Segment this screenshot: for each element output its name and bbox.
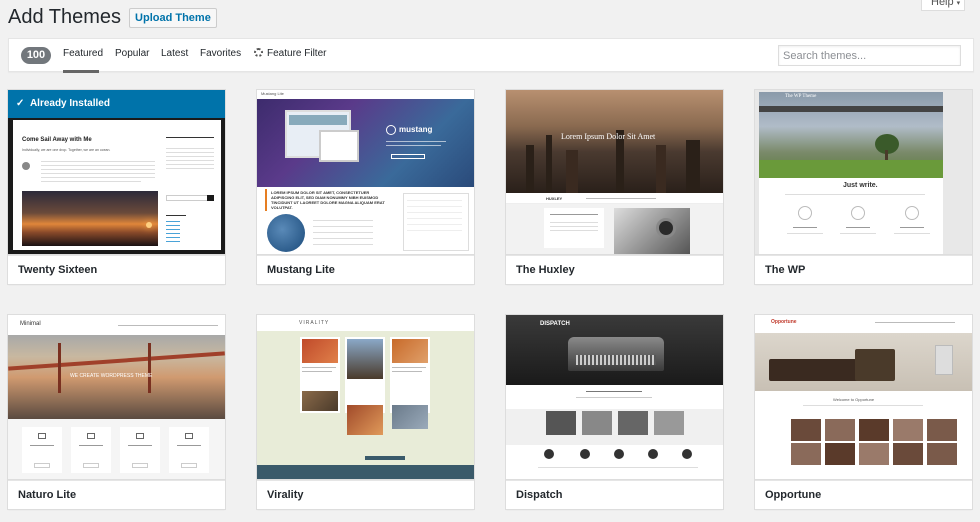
tab-popular[interactable]: Popular — [115, 48, 149, 59]
theme-screenshot[interactable]: Lorem Ipsum Dolor Sit Amet HUXLEY — [506, 90, 723, 254]
upload-theme-button[interactable]: Upload Theme — [129, 7, 217, 28]
preview-logo: mustang — [399, 125, 433, 134]
theme-screenshot[interactable]: The WP Theme Just write. — [755, 90, 972, 254]
theme-name: Dispatch — [506, 479, 723, 509]
theme-name: Naturo Lite — [8, 479, 225, 509]
preview-heading: Welcome to Opportune — [833, 397, 875, 402]
preview-logo: HUXLEY — [546, 196, 563, 201]
preview-logo: Minimal — [20, 321, 41, 327]
already-installed-banner: ✓ Already Installed — [8, 90, 225, 118]
current-tab-indicator — [63, 70, 99, 73]
preview-heading: Come Sail Away with Me — [22, 137, 92, 143]
help-tab[interactable]: Help ▾ — [921, 0, 965, 11]
theme-name: Mustang Lite — [257, 254, 474, 284]
theme-name: The Huxley — [506, 254, 723, 284]
theme-screenshot[interactable]: Mustang Lite mustang LOREM IPSUM DOLOR S… — [257, 90, 474, 254]
feature-filter-button[interactable]: Feature Filter — [254, 48, 326, 59]
theme-count-badge: 100 — [21, 47, 51, 64]
theme-card-opportune[interactable]: Opportune Welcome to Opportune Opportune — [754, 314, 973, 510]
theme-name: Twenty Sixteen — [8, 254, 225, 284]
page-title: Add Themes — [8, 6, 122, 28]
theme-card-mustang-lite[interactable]: Mustang Lite mustang LOREM IPSUM DOLOR S… — [256, 89, 475, 285]
theme-screenshot[interactable]: DISPATCH — [506, 315, 723, 479]
theme-card-the-wp[interactable]: The WP Theme Just write. The WP — [754, 89, 973, 285]
filter-bar: 100 Featured Popular Latest Favorites Fe… — [8, 38, 974, 73]
theme-card-twenty-sixteen[interactable]: Come Sail Away with Me Individually, we … — [7, 89, 226, 285]
theme-name: The WP — [755, 254, 972, 284]
preview-logo: Opportune — [771, 319, 797, 325]
theme-screenshot[interactable]: VIRALITY — [257, 315, 474, 479]
theme-screenshot[interactable]: Come Sail Away with Me Individually, we … — [8, 90, 225, 254]
chevron-down-icon: ▾ — [956, 0, 961, 7]
preview-heading: Lorem Ipsum Dolor Sit Amet — [561, 132, 656, 141]
preview-logo: DISPATCH — [540, 321, 570, 327]
search-input[interactable] — [778, 45, 961, 66]
preview-heading: Just write. — [843, 182, 878, 189]
tab-favorites[interactable]: Favorites — [200, 48, 241, 59]
theme-card-naturo-lite[interactable]: Minimal WE CREATE WORDPRESS THEME Naturo… — [7, 314, 226, 510]
checkmark-icon: ✓ — [16, 98, 30, 109]
tab-latest[interactable]: Latest — [161, 48, 188, 59]
preview-heading: WE CREATE WORDPRESS THEME — [70, 373, 153, 379]
theme-card-virality[interactable]: VIRALITY Virality — [256, 314, 475, 510]
preview-site-name: Mustang Lite — [261, 91, 284, 96]
preview-logo: The WP Theme — [785, 94, 817, 99]
theme-name: Virality — [257, 479, 474, 509]
tab-featured[interactable]: Featured — [63, 48, 103, 59]
preview-subheading: Individually, we are one drop. Together,… — [22, 148, 111, 152]
theme-name: Opportune — [755, 479, 972, 509]
theme-card-the-huxley[interactable]: Lorem Ipsum Dolor Sit Amet HUXLEY The Hu… — [505, 89, 724, 285]
theme-screenshot[interactable]: Opportune Welcome to Opportune — [755, 315, 972, 479]
theme-card-dispatch[interactable]: DISPATCH Dispatch — [505, 314, 724, 510]
gear-icon — [254, 48, 263, 57]
theme-screenshot[interactable]: Minimal WE CREATE WORDPRESS THEME — [8, 315, 225, 479]
page-header: Add Themes Upload Theme — [8, 6, 217, 29]
preview-logo: VIRALITY — [299, 320, 330, 326]
